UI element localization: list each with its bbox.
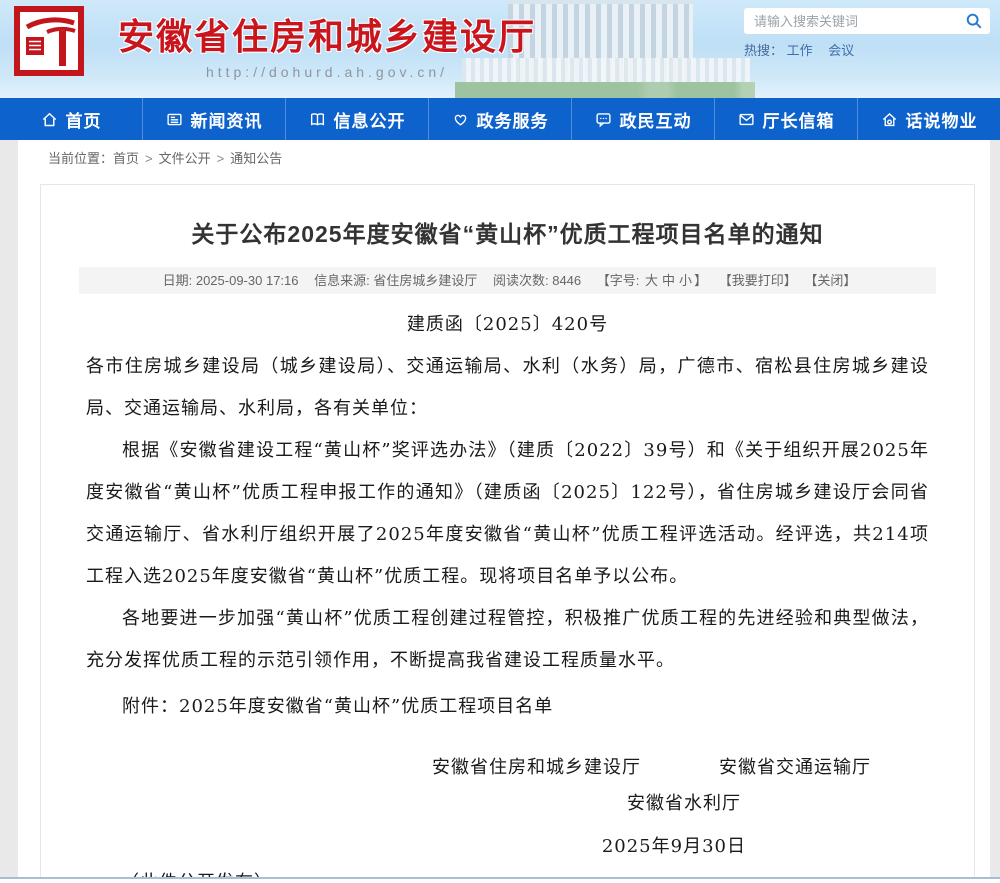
- search-icon[interactable]: [964, 11, 984, 31]
- nav-item-label: 首页: [66, 107, 102, 132]
- hot-search-link-work[interactable]: 工作: [787, 43, 813, 58]
- content-area: 当前位置：首页 > 文件公开 > 通知公告 关于公布2025年度安徽省“黄山杯”优质工程…: [0, 140, 1000, 883]
- article-panel: 关于公布2025年度安徽省“黄山杯”优质工程项目名单的通知 日期: 2025-0…: [40, 184, 975, 883]
- site-logo[interactable]: [14, 6, 84, 76]
- meta-source: 信息来源: 省住房城乡建设厅: [314, 273, 477, 288]
- article-title: 关于公布2025年度安徽省“黄山杯”优质工程项目名单的通知: [81, 215, 934, 249]
- signature-date: 2025年9月30日: [86, 826, 929, 868]
- nav-item-mailbox[interactable]: 厅长信箱: [715, 98, 858, 140]
- nav-item-property[interactable]: 话说物业: [858, 98, 1000, 140]
- nav-item-label: 新闻资讯: [191, 107, 263, 132]
- breadcrumb-home[interactable]: 首页: [113, 151, 139, 166]
- home-icon: [41, 111, 58, 128]
- property-house-icon: [881, 111, 898, 128]
- chat-bubble-icon: [595, 111, 612, 128]
- nav-item-info[interactable]: 信息公开: [286, 98, 429, 140]
- nav-item-news[interactable]: 新闻资讯: [143, 98, 286, 140]
- hot-search-row: 热搜： 工作 会议: [744, 40, 866, 59]
- site-header: 安徽省住房和城乡建设厅 http://dohurd.ah.gov.cn/ 热搜：…: [0, 0, 1000, 98]
- signature-row-1: 安徽省住房和城乡建设厅 安徽省交通运输厅: [86, 750, 929, 786]
- signature-row-2: 安徽省水利厅: [86, 786, 929, 822]
- browser-page: 安徽省住房和城乡建设厅 http://dohurd.ah.gov.cn/ 热搜：…: [0, 0, 1000, 883]
- close-button[interactable]: 【关闭】: [804, 273, 856, 288]
- font-size-medium-button[interactable]: 中: [662, 273, 675, 288]
- attachment-link[interactable]: 附件：2025年度安徽省“黄山杯”优质工程项目名单: [86, 686, 929, 728]
- breadcrumb-separator: >: [217, 151, 225, 166]
- article-meta-bar: 日期: 2025-09-30 17:16 信息来源: 省住房城乡建设厅 阅读次数…: [79, 267, 936, 294]
- hot-search-link-meeting[interactable]: 会议: [828, 43, 854, 58]
- body-paragraph-1: 根据《安徽省建设工程“黄山杯”奖评选办法》（建质〔2022〕39号）和《关于组织…: [86, 430, 929, 598]
- print-button[interactable]: 【我要打印】: [719, 273, 797, 288]
- document-number: 建质函〔2025〕420号: [86, 304, 929, 346]
- search-box: [744, 8, 990, 34]
- open-book-icon: [309, 111, 326, 128]
- font-size-suffix: 】: [694, 273, 707, 288]
- site-identity: 安徽省住房和城乡建设厅 http://dohurd.ah.gov.cn/: [92, 8, 562, 80]
- nav-item-interaction[interactable]: 政民互动: [572, 98, 715, 140]
- site-title: 安徽省住房和城乡建设厅: [92, 8, 562, 60]
- header-trees-image: [455, 82, 755, 98]
- site-url: http://dohurd.ah.gov.cn/: [92, 64, 562, 80]
- font-size-control: 【字号: 大中小】: [597, 273, 707, 288]
- nav-item-label: 政务服务: [477, 107, 549, 132]
- nav-item-home[interactable]: 首页: [0, 98, 143, 140]
- page-panel: 当前位置：首页 > 文件公开 > 通知公告 关于公布2025年度安徽省“黄山杯”优质工程…: [18, 140, 990, 883]
- breadcrumb-separator: >: [145, 151, 153, 166]
- breadcrumb-file-disclosure[interactable]: 文件公开: [159, 151, 211, 166]
- breadcrumb-notices[interactable]: 通知公告: [230, 151, 282, 166]
- font-size-large-button[interactable]: 大: [645, 273, 658, 288]
- document-body: 建质函〔2025〕420号 各市住房城乡建设局（城乡建设局）、交通运输局、水利（…: [86, 304, 929, 883]
- search-input[interactable]: [754, 14, 964, 29]
- signature-org-housing: 安徽省住房和城乡建设厅: [432, 750, 641, 786]
- signature-org-water: 安徽省水利厅: [627, 793, 741, 814]
- hot-search-label: 热搜：: [744, 43, 783, 58]
- font-size-prefix: 【字号:: [597, 273, 640, 288]
- breadcrumb: 当前位置：首页 > 文件公开 > 通知公告: [48, 149, 990, 169]
- meta-views: 阅读次数: 8446: [493, 273, 581, 288]
- salutation-paragraph: 各市住房城乡建设局（城乡建设局）、交通运输局、水利（水务）局，广德市、宿松县住房…: [86, 346, 929, 430]
- gate-seal-icon: [14, 6, 84, 76]
- nav-item-label: 话说物业: [906, 107, 978, 132]
- mail-icon: [738, 111, 755, 128]
- news-icon: [166, 111, 183, 128]
- signature-org-transport: 安徽省交通运输厅: [719, 750, 871, 786]
- breadcrumb-label: 当前位置：: [48, 151, 113, 166]
- meta-date: 日期: 2025-09-30 17:16: [163, 273, 299, 288]
- nav-item-services[interactable]: 政务服务: [429, 98, 572, 140]
- nav-item-label: 厅长信箱: [763, 107, 835, 132]
- service-heart-icon: [452, 111, 469, 128]
- bottom-padding: [0, 879, 1000, 883]
- body-paragraph-2: 各地要进一步加强“黄山杯”优质工程创建过程管控，积极推广优质工程的先进经验和典型…: [86, 598, 929, 682]
- nav-item-label: 信息公开: [334, 107, 406, 132]
- main-nav: 首页 新闻资讯 信息公开 政务服务: [0, 98, 1000, 140]
- font-size-small-button[interactable]: 小: [679, 273, 692, 288]
- nav-item-label: 政民互动: [620, 107, 692, 132]
